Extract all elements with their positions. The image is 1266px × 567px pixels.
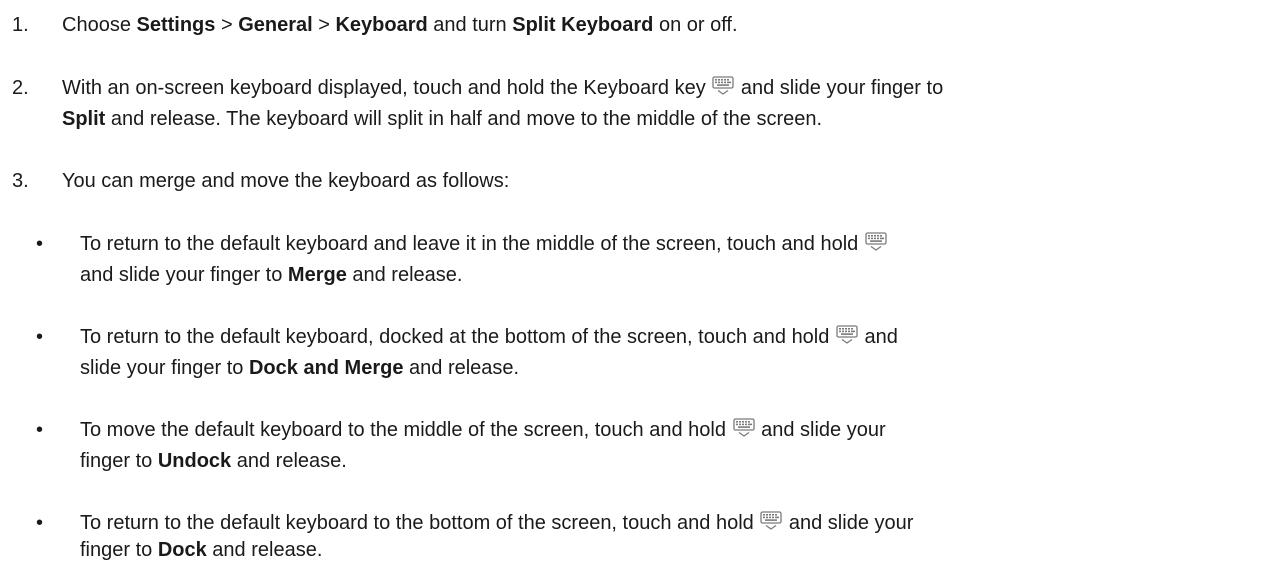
keyboard-hide-icon xyxy=(712,76,734,96)
bullet-symbol: • xyxy=(36,419,44,441)
instructions-document: 1. Choose Settings > General > Keyboard … xyxy=(0,0,1266,567)
keyboard-hide-icon xyxy=(836,325,858,345)
bullet-text-line-1: To return to the default keyboard, docke… xyxy=(80,325,898,348)
step-text-line-1: With an on-screen keyboard displayed, to… xyxy=(62,76,944,99)
bullet-text-line-2: finger to Undock and release. xyxy=(80,450,347,472)
step-number: 1. xyxy=(12,14,29,36)
bullet-text-line-1: To move the default keyboard to the midd… xyxy=(80,418,886,441)
bullet-symbol: • xyxy=(36,326,44,348)
bullet-symbol: • xyxy=(36,512,44,534)
keyboard-hide-icon xyxy=(760,511,782,531)
bullet-text-line-2: finger to Dock and release. xyxy=(80,539,323,561)
bullet-text-line-2: and slide your finger to Merge and relea… xyxy=(80,264,463,286)
step-number: 2. xyxy=(12,77,29,99)
step-text-line-2: Split and release. The keyboard will spl… xyxy=(62,108,823,130)
bullet-text-line-2: slide your finger to Dock and Merge and … xyxy=(80,357,520,379)
step-number: 3. xyxy=(12,170,29,192)
step-text: Choose Settings > General > Keyboard and… xyxy=(62,14,738,36)
bullet-text-line-1: To return to the default keyboard and le… xyxy=(80,229,888,260)
keyboard-hide-icon xyxy=(865,232,887,252)
step-text: You can merge and move the keyboard as f… xyxy=(62,170,510,192)
keyboard-hide-icon xyxy=(732,418,755,438)
bullet-symbol: • xyxy=(36,233,44,255)
